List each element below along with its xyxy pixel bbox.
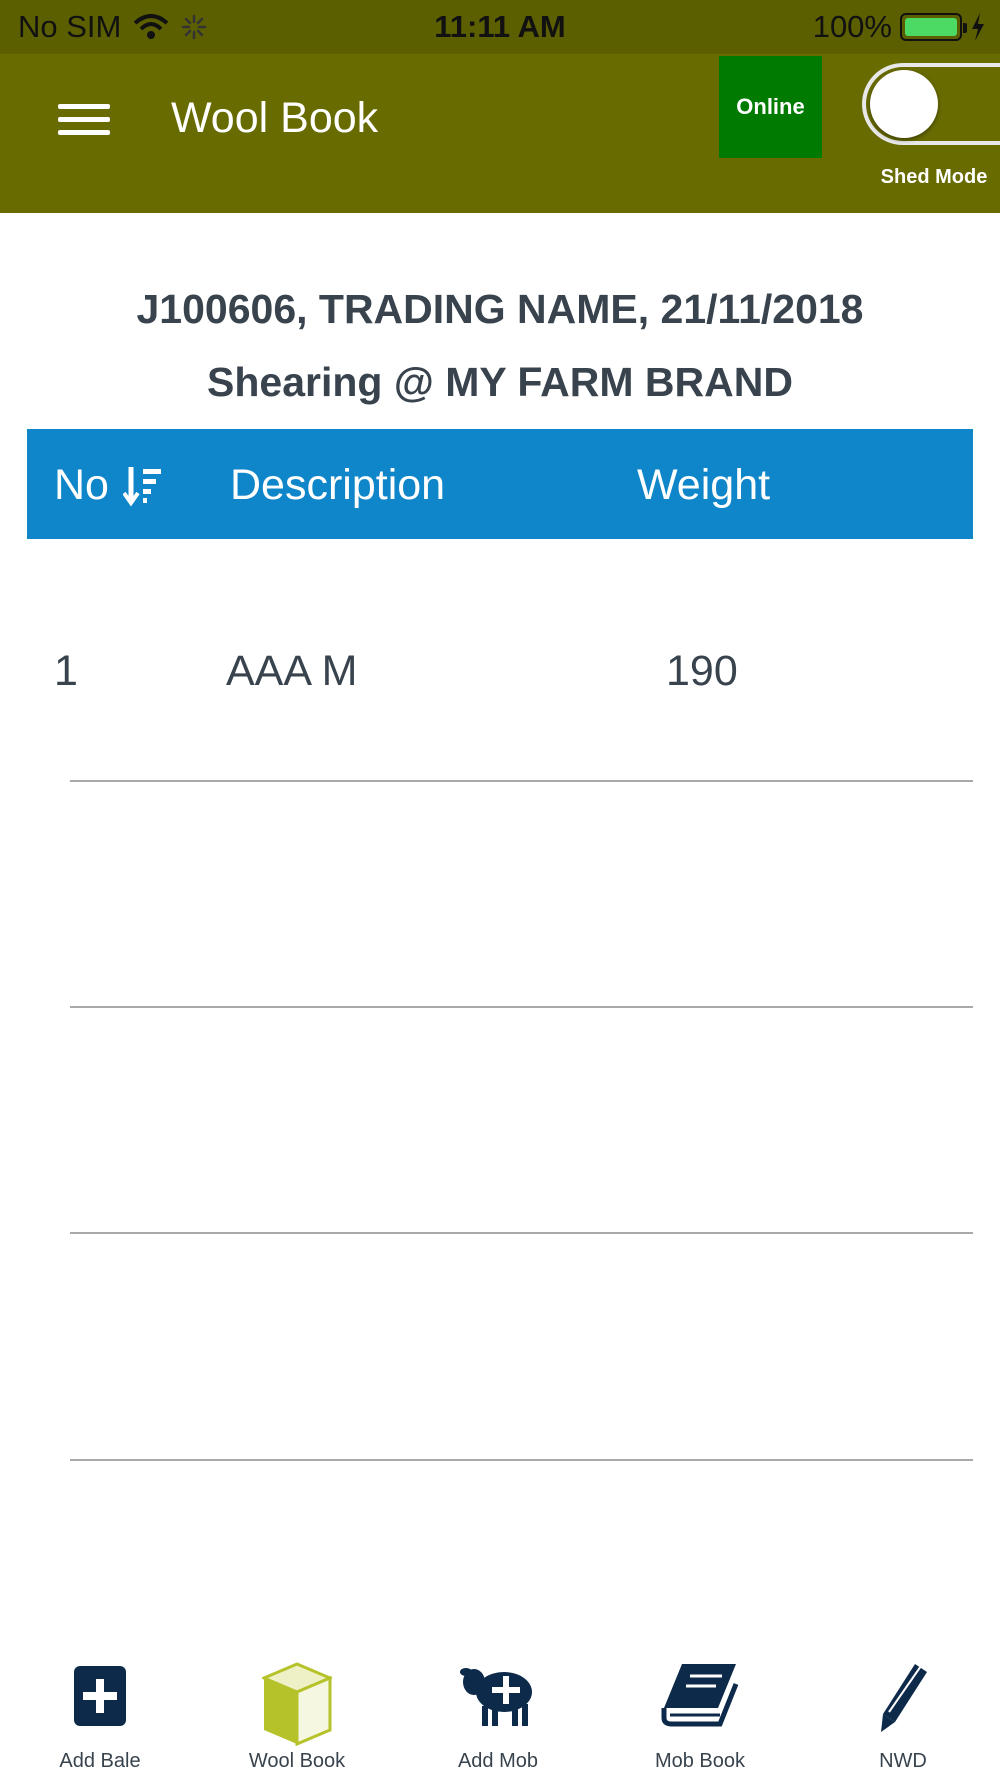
table-header: No Description Weight — [27, 429, 973, 539]
battery-cap — [963, 23, 967, 33]
table-row-empty[interactable] — [0, 1008, 1000, 1232]
table-row-empty[interactable] — [0, 782, 1000, 1006]
table-row[interactable]: 1 AAA M 190 — [0, 539, 1000, 781]
tab-icon-wrap — [600, 1662, 800, 1750]
online-status-button[interactable]: Online — [719, 56, 822, 158]
toggle-knob — [870, 70, 938, 138]
tab-label: Add Bale — [59, 1750, 141, 1772]
job-subtitle: Shearing @ MY FARM BRAND — [207, 359, 793, 405]
menu-line — [58, 130, 110, 135]
status-right: 100% — [813, 9, 986, 45]
hamburger-menu-icon[interactable] — [58, 104, 110, 140]
nwd-icon — [881, 1664, 927, 1732]
tab-label: Mob Book — [654, 1750, 746, 1772]
tab-icon-wrap — [197, 1662, 397, 1750]
status-bar: No SIM 11:11 AM 100% — [0, 0, 1000, 54]
row-description: AAA M — [226, 647, 358, 695]
job-title: J100606, TRADING NAME, 21/11/2018 — [136, 286, 864, 332]
row-divider — [70, 1459, 973, 1461]
tab-label: NWD — [879, 1750, 927, 1772]
shed-mode-label: Shed Mode — [880, 166, 988, 188]
tab-label: Add Mob — [457, 1750, 539, 1772]
row-weight: 190 — [666, 647, 738, 695]
app-header: Wool Book Online Shed Mode — [0, 54, 1000, 213]
charging-bolt-icon — [972, 13, 984, 41]
app-screen: No SIM 11:11 AM 100% Wool Book Online Sh… — [0, 0, 1000, 1778]
page-title: Wool Book — [171, 94, 379, 142]
tab-wool-book[interactable]: Wool Book — [197, 1640, 397, 1778]
battery-fill — [905, 18, 957, 36]
table-row-empty[interactable] — [0, 1234, 1000, 1458]
tab-nwd[interactable]: NWD — [803, 1640, 1000, 1778]
column-header-description[interactable]: Description — [230, 461, 445, 510]
tab-mob-book[interactable]: Mob Book — [600, 1640, 800, 1778]
menu-line — [58, 104, 110, 109]
battery-percent: 100% — [812, 9, 892, 44]
column-header-weight[interactable]: Weight — [637, 461, 770, 510]
wool-book-icon — [262, 1662, 332, 1746]
add-bale-icon — [74, 1666, 126, 1726]
tab-add-bale[interactable]: Add Bale — [0, 1640, 200, 1778]
sort-descending-icon — [122, 466, 161, 506]
tab-add-mob[interactable]: Add Mob — [398, 1640, 598, 1778]
tab-label: Wool Book — [248, 1750, 346, 1772]
tab-icon-wrap — [398, 1662, 598, 1750]
row-no: 1 — [54, 647, 78, 695]
tab-icon-wrap — [0, 1662, 200, 1750]
bottom-tab-bar: Add Bale Wool Book Add Mob Mob Book NWD — [0, 1640, 1000, 1778]
column-header-no[interactable]: No — [54, 461, 163, 510]
mob-book-icon — [661, 1664, 739, 1727]
tab-icon-wrap — [803, 1662, 1000, 1750]
add-mob-icon — [460, 1668, 532, 1726]
menu-line — [58, 117, 110, 122]
battery-icon — [900, 13, 967, 41]
column-no-label: No — [54, 461, 109, 509]
shed-mode-toggle[interactable] — [862, 63, 1000, 145]
